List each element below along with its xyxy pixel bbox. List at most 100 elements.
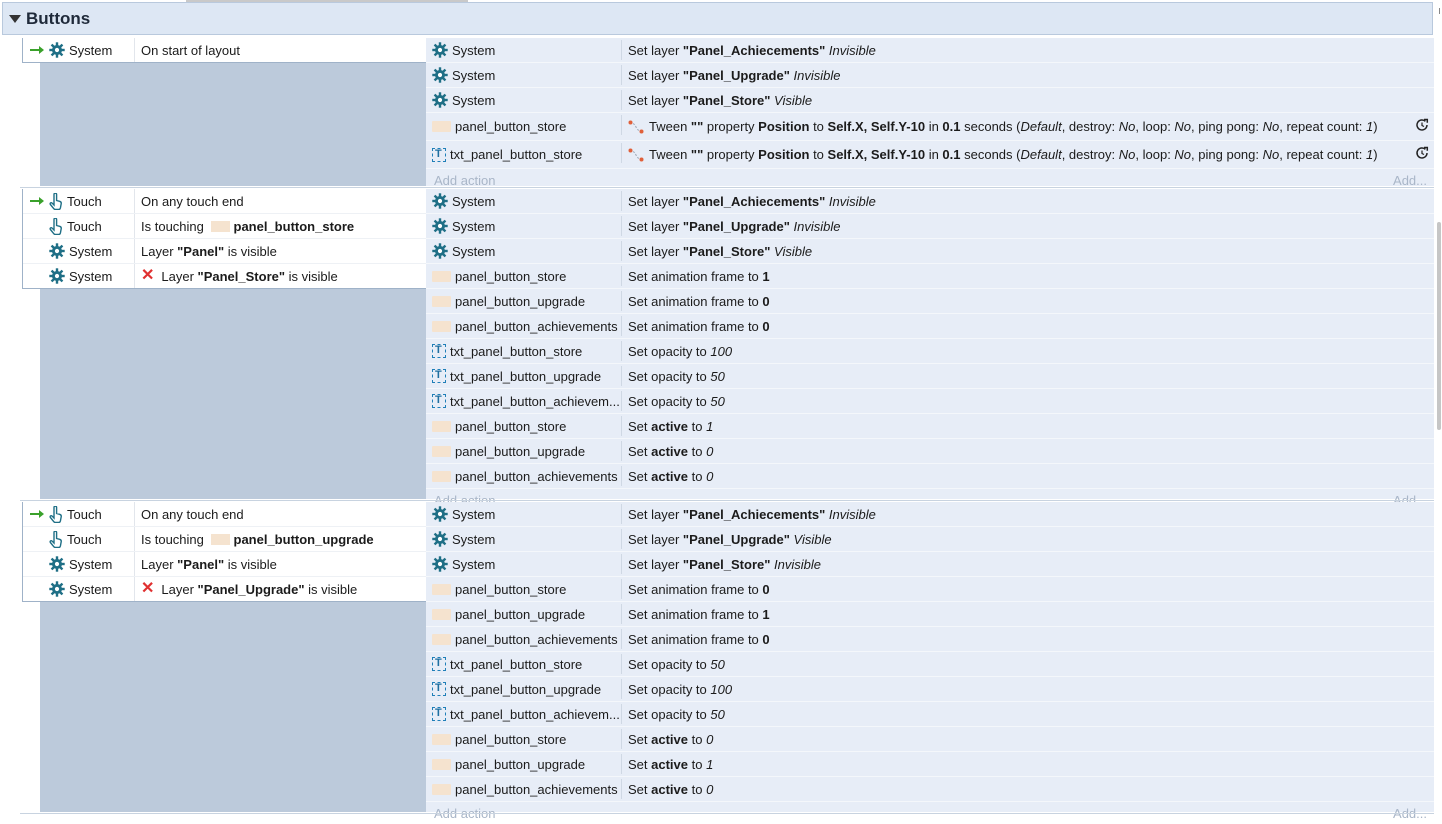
- action-object[interactable]: panel_button_achievements: [432, 464, 620, 488]
- vertical-scrollbar[interactable]: [1437, 222, 1441, 430]
- actions-block[interactable]: System Set layer "Panel_Achiecements" Inv…: [426, 502, 1434, 821]
- action-row[interactable]: panel_button_achievements Set active to 0: [426, 777, 1434, 802]
- condition-row[interactable]: System ✕ Layer "Panel_Upgrade" is visible: [23, 577, 426, 601]
- condition-text[interactable]: Is touching panel_button_store: [141, 214, 354, 238]
- action-object[interactable]: panel_button_store: [432, 727, 620, 751]
- action-text[interactable]: Set opacity to 50: [628, 652, 725, 676]
- action-text[interactable]: Set layer "Panel_Upgrade" Invisible: [628, 63, 840, 87]
- condition-row[interactable]: Touch On any touch end: [23, 502, 426, 527]
- action-row[interactable]: panel_button_upgrade Set animation frame …: [426, 289, 1434, 314]
- action-row[interactable]: System Set layer "Panel_Achiecements" Inv…: [426, 38, 1434, 63]
- action-object[interactable]: txt_panel_button_upgrade: [432, 364, 620, 388]
- action-object[interactable]: panel_button_achievements: [432, 627, 620, 651]
- actions-block[interactable]: System Set layer "Panel_Achiecements" Inv…: [426, 38, 1434, 188]
- action-object[interactable]: panel_button_store: [432, 264, 620, 288]
- action-row[interactable]: panel_button_store Tween "" property Posi…: [426, 113, 1434, 141]
- condition-text[interactable]: ✕ Layer "Panel_Store" is visible: [141, 264, 338, 288]
- condition-row[interactable]: Touch Is touching panel_button_store: [23, 214, 426, 239]
- condition-object[interactable]: System: [49, 239, 133, 263]
- condition-object[interactable]: Touch: [49, 214, 133, 238]
- action-object[interactable]: panel_button_store: [432, 414, 620, 438]
- action-row[interactable]: System Set layer "Panel_Upgrade" Visible: [426, 527, 1434, 552]
- action-text[interactable]: Set active to 0: [628, 439, 713, 463]
- condition-object[interactable]: System: [49, 264, 133, 288]
- condition-text[interactable]: Layer "Panel" is visible: [141, 239, 277, 263]
- condition-row[interactable]: System Layer "Panel" is visible: [23, 239, 426, 264]
- condition-object[interactable]: System: [49, 38, 133, 62]
- action-text[interactable]: Set opacity to 50: [628, 364, 725, 388]
- action-row[interactable]: panel_button_store Set animation frame to…: [426, 264, 1434, 289]
- condition-text[interactable]: On start of layout: [141, 38, 240, 62]
- action-row[interactable]: System Set layer "Panel_Store" Visible: [426, 88, 1434, 113]
- action-row[interactable]: txt_panel_button_store Set opacity to 100: [426, 339, 1434, 364]
- action-text[interactable]: Set layer "Panel_Store" Visible: [628, 88, 812, 112]
- action-object[interactable]: System: [432, 239, 620, 263]
- action-text[interactable]: Tween "" property Position to Self.X, Se…: [628, 113, 1378, 140]
- action-text[interactable]: Set animation frame to 0: [628, 627, 770, 651]
- action-object[interactable]: System: [432, 214, 620, 238]
- action-text[interactable]: Set layer "Panel_Achiecements" Invisible: [628, 189, 876, 213]
- condition-text[interactable]: Is touching panel_button_upgrade: [141, 527, 374, 551]
- condition-text[interactable]: On any touch end: [141, 502, 244, 526]
- event-block[interactable]: Touch On any touch end Touch Is touching pa…: [20, 502, 1434, 821]
- action-row[interactable]: txt_panel_button_achievem... Set opacity …: [426, 702, 1434, 727]
- action-row[interactable]: txt_panel_button_store Set opacity to 50: [426, 652, 1434, 677]
- action-object[interactable]: panel_button_store: [432, 113, 620, 140]
- action-row[interactable]: System Set layer "Panel_Upgrade" Invisibl…: [426, 63, 1434, 88]
- action-row[interactable]: System Set layer "Panel_Store" Visible: [426, 239, 1434, 264]
- action-row[interactable]: txt_panel_button_store Tween "" property …: [426, 141, 1434, 169]
- action-row[interactable]: txt_panel_button_upgrade Set opacity to 5…: [426, 364, 1434, 389]
- action-row[interactable]: panel_button_upgrade Set active to 1: [426, 752, 1434, 777]
- event-block[interactable]: System On start of layout System Set layer …: [20, 38, 1434, 188]
- action-text[interactable]: Set active to 0: [628, 727, 713, 751]
- action-row[interactable]: panel_button_achievements Set active to 0: [426, 464, 1434, 489]
- action-object[interactable]: System: [432, 88, 620, 112]
- action-object[interactable]: panel_button_upgrade: [432, 439, 620, 463]
- action-text[interactable]: Set opacity to 50: [628, 389, 725, 413]
- event-group-header[interactable]: Buttons: [2, 2, 1433, 35]
- action-row[interactable]: panel_button_achievements Set animation f…: [426, 314, 1434, 339]
- condition-text[interactable]: Layer "Panel" is visible: [141, 552, 277, 576]
- action-object[interactable]: System: [432, 527, 620, 551]
- add-more-link[interactable]: Add...: [1393, 173, 1427, 188]
- action-text[interactable]: Set animation frame to 0: [628, 289, 770, 313]
- action-row[interactable]: panel_button_store Set active to 0: [426, 727, 1434, 752]
- action-object[interactable]: txt_panel_button_upgrade: [432, 677, 620, 701]
- condition-object[interactable]: Touch: [49, 527, 133, 551]
- action-text[interactable]: Set layer "Panel_Store" Visible: [628, 239, 812, 263]
- action-object[interactable]: System: [432, 38, 620, 62]
- condition-row[interactable]: System Layer "Panel" is visible: [23, 552, 426, 577]
- action-text[interactable]: Set active to 0: [628, 464, 713, 488]
- action-object[interactable]: panel_button_upgrade: [432, 289, 620, 313]
- action-text[interactable]: Set active to 1: [628, 752, 713, 776]
- action-text[interactable]: Set active to 0: [628, 777, 713, 801]
- action-text[interactable]: Set animation frame to 1: [628, 264, 770, 288]
- action-row[interactable]: System Set layer "Panel_Achiecements" Inv…: [426, 189, 1434, 214]
- action-text[interactable]: Set opacity to 100: [628, 339, 732, 363]
- action-row[interactable]: System Set layer "Panel_Store" Invisible: [426, 552, 1434, 577]
- action-text[interactable]: Set animation frame to 0: [628, 577, 770, 601]
- condition-object[interactable]: Touch: [49, 502, 133, 526]
- condition-text[interactable]: On any touch end: [141, 189, 244, 213]
- action-text[interactable]: Tween "" property Position to Self.X, Se…: [628, 141, 1378, 168]
- condition-row[interactable]: System ✕ Layer "Panel_Store" is visible: [23, 264, 426, 288]
- action-text[interactable]: Set layer "Panel_Store" Invisible: [628, 552, 821, 576]
- condition-object[interactable]: Touch: [49, 189, 133, 213]
- action-object[interactable]: panel_button_upgrade: [432, 752, 620, 776]
- condition-row[interactable]: Touch On any touch end: [23, 189, 426, 214]
- conditions-block[interactable]: System On start of layout: [22, 38, 426, 63]
- condition-row[interactable]: Touch Is touching panel_button_upgrade: [23, 527, 426, 552]
- action-row[interactable]: panel_button_store Set active to 1: [426, 414, 1434, 439]
- conditions-block[interactable]: Touch On any touch end Touch Is touching pa…: [22, 502, 426, 602]
- action-row[interactable]: System Set layer "Panel_Upgrade" Invisibl…: [426, 214, 1434, 239]
- conditions-block[interactable]: Touch On any touch end Touch Is touching pa…: [22, 189, 426, 289]
- actions-block[interactable]: System Set layer "Panel_Achiecements" Inv…: [426, 189, 1434, 508]
- action-text[interactable]: Set layer "Panel_Upgrade" Invisible: [628, 214, 840, 238]
- action-object[interactable]: txt_panel_button_achievem...: [432, 389, 620, 413]
- action-text[interactable]: Set animation frame to 1: [628, 602, 770, 626]
- action-object[interactable]: System: [432, 63, 620, 87]
- condition-row[interactable]: System On start of layout: [23, 38, 426, 62]
- action-text[interactable]: Set opacity to 100: [628, 677, 732, 701]
- action-text[interactable]: Set layer "Panel_Achiecements" Invisible: [628, 502, 876, 526]
- action-row[interactable]: panel_button_upgrade Set active to 0: [426, 439, 1434, 464]
